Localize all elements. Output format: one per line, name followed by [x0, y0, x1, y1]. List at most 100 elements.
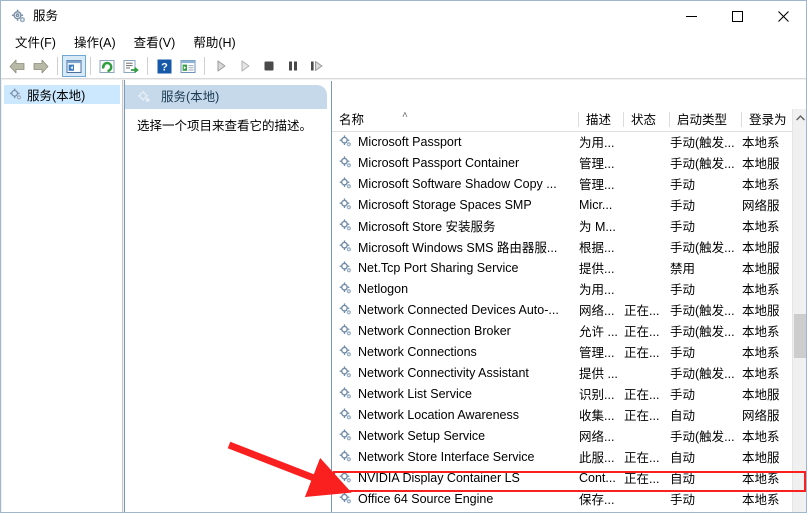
scroll-thumb[interactable]: [794, 314, 807, 358]
scroll-up-arrow-icon[interactable]: [793, 109, 807, 126]
service-gear-icon: [338, 239, 353, 254]
cell-startup-type: 手动: [670, 279, 742, 298]
cell-log-on-as: 本地服: [742, 153, 794, 172]
service-name-label: Microsoft Passport: [358, 135, 462, 149]
table-row[interactable]: Microsoft Storage Spaces SMPMicr...手动网络服: [332, 194, 794, 215]
cell-log-on-as: 本地服: [742, 258, 794, 277]
cell-name: Microsoft Software Shadow Copy ...: [338, 176, 578, 191]
service-name-label: Network Location Awareness: [358, 408, 519, 422]
column-header-status-label: 状态: [631, 113, 656, 127]
table-row[interactable]: Microsoft Store 安装服务为 M...手动本地系: [332, 215, 794, 236]
service-gear-icon: [338, 302, 353, 317]
cell-description: 为 M...: [579, 216, 625, 235]
back-icon[interactable]: [5, 55, 29, 77]
service-gear-icon: [338, 428, 353, 443]
console-tree-pane: 服务(本地): [2, 80, 123, 513]
service-gear-icon: [338, 344, 353, 359]
service-gear-icon: [338, 218, 353, 233]
column-header-startup-type-label: 启动类型: [677, 113, 727, 127]
cell-status: 正在...: [624, 447, 670, 466]
table-row[interactable]: Microsoft Passport为用...手动(触发...本地系: [332, 131, 794, 152]
cell-log-on-as: 本地系: [742, 363, 794, 382]
services-rows: Microsoft Passport为用...手动(触发...本地系Micros…: [332, 131, 794, 513]
cell-log-on-as: 本地服: [742, 300, 794, 319]
column-header-name[interactable]: 名称 ˄: [332, 109, 579, 131]
cell-log-on-as: 本地服: [742, 384, 794, 403]
show-hide-tree-icon[interactable]: [62, 55, 86, 77]
pause-service-icon[interactable]: [281, 55, 305, 77]
resume-service-icon[interactable]: [233, 55, 257, 77]
cell-name: Microsoft Passport: [338, 134, 578, 149]
service-gear-icon: [338, 155, 353, 170]
cell-log-on-as: 本地服: [742, 447, 794, 466]
export-list-icon[interactable]: [119, 55, 143, 77]
cell-name: Office 64 Source Engine: [338, 491, 578, 506]
help-icon[interactable]: ?: [152, 55, 176, 77]
table-row[interactable]: Network Connection Broker允许 ...正在...手动(触…: [332, 320, 794, 341]
cell-status: 正在...: [624, 384, 670, 403]
maximize-button[interactable]: [714, 1, 760, 32]
refresh-icon[interactable]: [95, 55, 119, 77]
cell-startup-type: 手动(触发...: [670, 363, 742, 382]
service-name-label: Network Connections: [358, 345, 477, 359]
table-row[interactable]: Network List Service识别...正在...手动本地服: [332, 383, 794, 404]
cell-log-on-as: 本地系: [742, 426, 794, 445]
tree-item-services-local[interactable]: 服务(本地): [4, 85, 120, 104]
cell-startup-type: 自动: [670, 405, 742, 424]
service-name-label: Network Connectivity Assistant: [358, 366, 529, 380]
detail-pane-title: 服务(本地): [161, 89, 219, 105]
cell-name: Network Connected Devices Auto-...: [338, 302, 578, 317]
forward-icon[interactable]: [29, 55, 53, 77]
table-row[interactable]: Microsoft Windows SMS 路由器服...根据...手动(触发.…: [332, 236, 794, 257]
table-row[interactable]: Net.Tcp Port Sharing Service提供...禁用本地服: [332, 257, 794, 278]
restart-service-icon[interactable]: [305, 55, 329, 77]
cell-name: Net.Tcp Port Sharing Service: [338, 260, 578, 275]
menu-help[interactable]: 帮助(H): [184, 33, 244, 53]
list-vertical-scrollbar[interactable]: [792, 109, 807, 513]
table-row[interactable]: Network Connections管理...正在...手动本地系: [332, 341, 794, 362]
table-row[interactable]: Microsoft Software Shadow Copy ...管理...手…: [332, 173, 794, 194]
properties-icon[interactable]: [176, 55, 200, 77]
toolbar-separator: [57, 57, 58, 75]
table-row[interactable]: Network Store Interface Service此服...正在..…: [332, 446, 794, 467]
service-name-label: Network Setup Service: [358, 429, 485, 443]
service-name-label: Netlogon: [358, 282, 408, 296]
start-service-icon[interactable]: [209, 55, 233, 77]
table-row[interactable]: Network Location Awareness收集...正在...自动网络…: [332, 404, 794, 425]
menu-file[interactable]: 文件(F): [6, 33, 65, 53]
cell-startup-type: 手动: [670, 342, 742, 361]
service-name-label: Microsoft Passport Container: [358, 156, 519, 170]
cell-name: Network Location Awareness: [338, 407, 578, 422]
table-row[interactable]: Network Setup Service网络...手动(触发...本地系: [332, 425, 794, 446]
table-row[interactable]: Netlogon为用...手动本地系: [332, 278, 794, 299]
cell-name: Network Store Interface Service: [338, 449, 578, 464]
cell-description: 此服...: [579, 447, 625, 466]
list-column-headers: 名称 ˄ 描述 状态 启动类型 登录为: [332, 109, 807, 132]
cell-status: 正在...: [624, 405, 670, 424]
menu-action[interactable]: 操作(A): [65, 33, 125, 53]
menu-view[interactable]: 查看(V): [125, 33, 185, 53]
cell-startup-type: 禁用: [670, 258, 742, 277]
tree-item-label: 服务(本地): [27, 85, 85, 104]
cell-log-on-as: 本地系: [742, 279, 794, 298]
service-name-label: Microsoft Store 安装服务: [358, 216, 496, 235]
cell-name: Microsoft Passport Container: [338, 155, 578, 170]
minimize-button[interactable]: [668, 1, 714, 32]
cell-description: 提供 ...: [579, 363, 625, 382]
column-header-log-on-as[interactable]: 登录为: [742, 109, 793, 131]
table-row[interactable]: Network Connectivity Assistant 提供 ... 手动(触…: [332, 362, 794, 383]
table-row[interactable]: Microsoft Passport Container管理...手动(触发..…: [332, 152, 794, 173]
cell-log-on-as: 本地系: [742, 216, 794, 235]
menu-bar: 文件(F) 操作(A) 查看(V) 帮助(H): [1, 32, 806, 54]
service-name-label: Microsoft Software Shadow Copy ...: [358, 177, 557, 191]
column-header-startup-type[interactable]: 启动类型: [670, 109, 742, 131]
close-button[interactable]: [760, 1, 806, 32]
cell-log-on-as: 网络服: [742, 195, 794, 214]
cell-description: 管理...: [579, 342, 625, 361]
table-row[interactable]: Network Connected Devices Auto-...网络...正…: [332, 299, 794, 320]
column-header-status[interactable]: 状态: [624, 109, 670, 131]
service-gear-icon: [338, 365, 353, 380]
stop-service-icon[interactable]: [257, 55, 281, 77]
service-name-label: Office 64 Source Engine: [358, 492, 493, 506]
column-header-description[interactable]: 描述: [579, 109, 624, 131]
